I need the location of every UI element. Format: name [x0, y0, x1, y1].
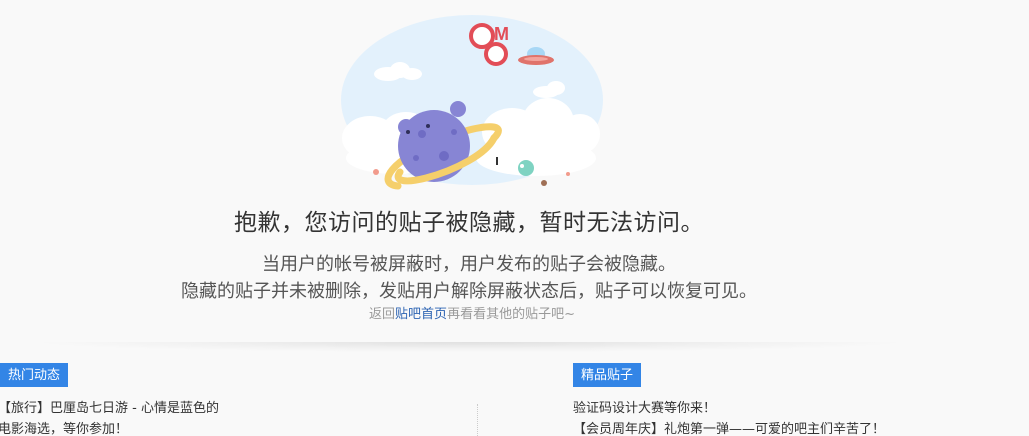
list-item[interactable]: 验证码设计大赛等你来！: [573, 398, 885, 419]
list-item[interactable]: 【会员周年庆】礼炮第一弹——可爱的吧主们辛苦了！: [573, 419, 885, 436]
column-separator: [477, 404, 478, 436]
list-item[interactable]: 电影海选，等你参加！: [0, 419, 219, 436]
featured-posts-list: 验证码设计大赛等你来！ 【会员周年庆】礼炮第一弹——可爱的吧主们辛苦了！: [573, 398, 885, 436]
hot-trends-tag: 热门动态: [0, 363, 69, 387]
featured-posts-tag: 精品贴子: [573, 363, 642, 387]
tieba-home-link[interactable]: 贴吧首页: [395, 307, 447, 322]
page: M G O 抱歉，您访问的贴子被隐藏，暂时无法访问。 当用户的帐号被屏蔽时，用户…: [0, 0, 1029, 436]
section-divider: [40, 342, 900, 352]
back-prefix: 返回: [369, 307, 396, 322]
notice-description-line-1: 当用户的帐号被屏蔽时，用户发布的贴子会被隐藏。: [262, 254, 676, 275]
notice-description-line-2: 隐藏的贴子并未被删除，发贴用户解除屏蔽状态后，贴子可以恢复可见。: [181, 281, 757, 302]
back-suffix: 再看看其他的贴子吧~: [447, 307, 575, 322]
notice-headline: 抱歉，您访问的贴子被隐藏，暂时无法访问。: [234, 210, 704, 236]
hot-trends-list: 【旅行】巴厘岛七日游 - 心情是蓝色的 电影海选，等你参加！: [0, 398, 219, 436]
back-to-home-line: 返回贴吧首页再看看其他的贴子吧~: [0, 303, 944, 322]
hidden-post-illustration: M G O: [341, 15, 603, 190]
svg-text:M: M: [494, 24, 509, 44]
list-item[interactable]: 【旅行】巴厘岛七日游 - 心情是蓝色的: [0, 398, 219, 419]
